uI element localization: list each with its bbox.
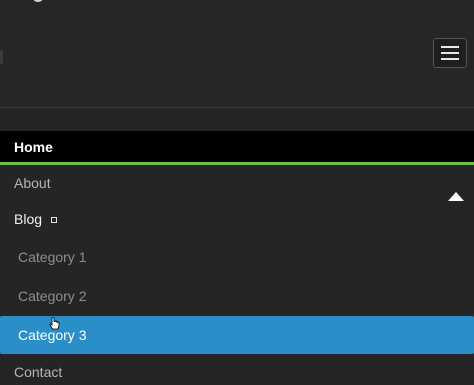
square-toggle-icon[interactable] — [51, 216, 58, 223]
submenu-item-category-1[interactable]: Category 1 — [0, 238, 474, 276]
menu-item-about[interactable]: About — [0, 165, 474, 201]
hamburger-icon — [441, 58, 459, 60]
hamburger-icon — [441, 52, 459, 54]
logo — [32, 0, 44, 2]
hamburger-icon — [441, 46, 459, 48]
menu-item-label: Contact — [14, 364, 63, 380]
menu-item-label: Home — [14, 138, 53, 155]
submenu-item-category-2[interactable]: Category 2 — [0, 276, 474, 316]
menu-item-blog[interactable]: Blog — [0, 201, 474, 237]
menu-item-label: Category 2 — [18, 288, 87, 304]
header-edge-marker — [0, 50, 3, 64]
header-bar — [0, 0, 474, 107]
menu-item-contact[interactable]: Contact — [0, 354, 474, 385]
hand-pointer-icon — [49, 317, 60, 330]
menu-toggle-button[interactable] — [433, 38, 467, 68]
header-divider — [0, 107, 474, 108]
menu-item-label: About — [14, 175, 51, 191]
menu-item-label: Category 1 — [18, 249, 87, 265]
menu-item-label: Blog — [14, 211, 43, 227]
submenu-item-category-3[interactable]: Category 3 — [0, 316, 474, 354]
triangle-up-icon[interactable] — [448, 192, 464, 201]
menu-item-home[interactable]: Home — [0, 131, 474, 165]
